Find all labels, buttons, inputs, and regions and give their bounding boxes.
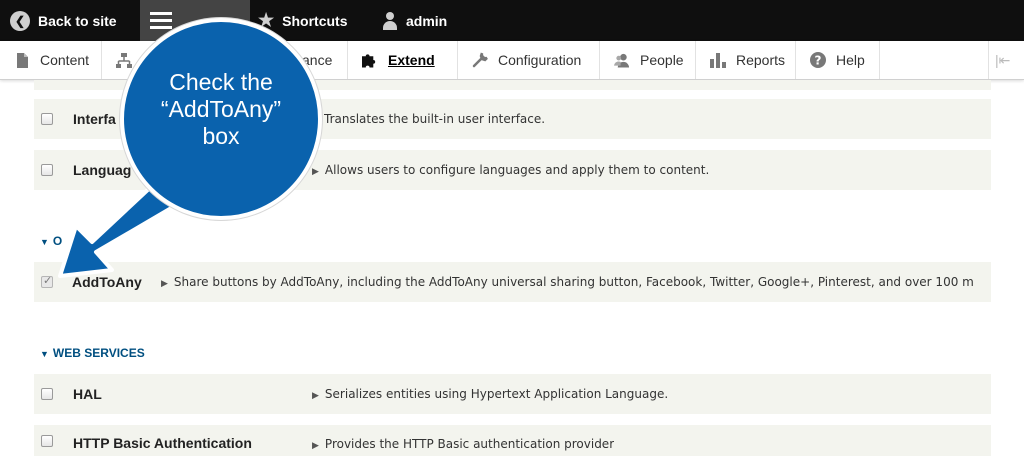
callout-text: Check the “AddToAny” box: [160, 68, 282, 149]
instruction-callout: Check the “AddToAny” box: [120, 18, 322, 220]
